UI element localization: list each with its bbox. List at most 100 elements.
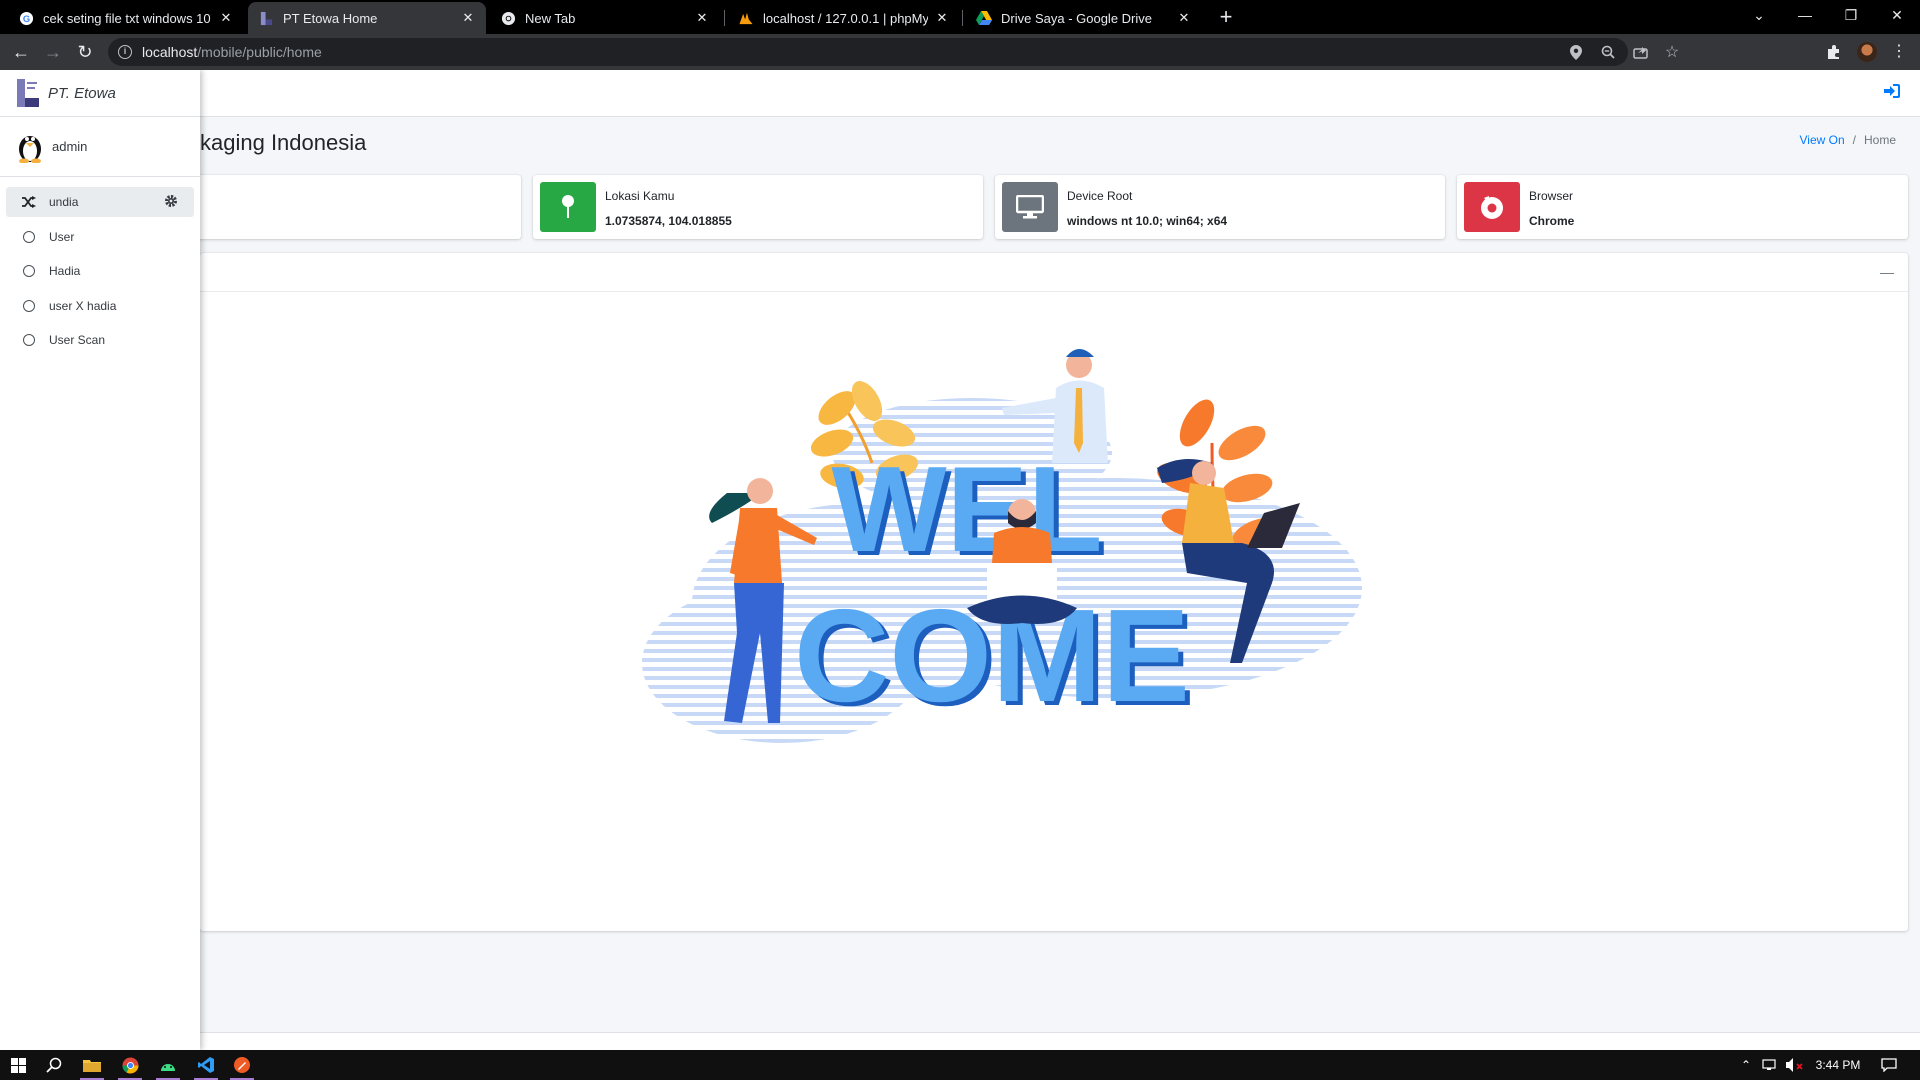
restore-button[interactable]: ❐ (1828, 0, 1874, 30)
sidebar: PT. Etowa admin undia User Hadia user X … (0, 70, 200, 1050)
zoom-icon[interactable] (1600, 45, 1616, 61)
tab-separator (962, 10, 963, 26)
tab-title: PT Etowa Home (283, 10, 378, 26)
logout-icon[interactable] (1884, 84, 1902, 102)
vscode-icon[interactable] (188, 1050, 224, 1080)
welcome-card: — WEL WEL COME COME (200, 253, 1908, 931)
circle-icon (22, 264, 36, 278)
info-box-location: Lokasi Kamu 1.0735874, 104.018855 (533, 175, 983, 239)
sidebar-item-user-scan[interactable]: User Scan (6, 325, 194, 355)
close-icon[interactable]: ✕ (694, 10, 710, 26)
page-footer (0, 1032, 1920, 1050)
user-name[interactable]: admin (52, 139, 87, 154)
browser-tab[interactable]: localhost / 127.0.0.1 | phpMyAdm ✕ (728, 2, 960, 34)
circle-icon (22, 230, 36, 244)
shuffle-icon (22, 195, 36, 209)
sidebar-item-undia[interactable]: undia (6, 187, 194, 217)
info-box-label: Browser (1529, 189, 1574, 203)
sidebar-item-label: undia (49, 195, 79, 209)
etowa-icon (258, 10, 274, 26)
brand-link[interactable]: PT. Etowa (0, 70, 200, 117)
browser-tab[interactable]: New Tab ✕ (490, 2, 720, 34)
map-pin-icon (540, 182, 596, 232)
page-title: kaging Indonesia (200, 130, 367, 155)
collapse-icon[interactable]: — (1880, 265, 1894, 279)
menu-kebab-icon[interactable]: ⋮ (1889, 41, 1909, 63)
tab-title: New Tab (525, 10, 576, 26)
network-icon[interactable] (1760, 1050, 1780, 1080)
info-box-value: windows nt 10.0; win64; x64 (1067, 214, 1228, 228)
volume-muted-icon[interactable] (1784, 1050, 1806, 1080)
close-icon[interactable]: ✕ (218, 10, 234, 26)
tab-separator (724, 10, 725, 26)
windows-start-icon[interactable] (0, 1050, 36, 1080)
breadcrumb-current: Home (1863, 133, 1896, 147)
postman-icon[interactable] (224, 1050, 260, 1080)
info-box-value: Chrome (1529, 214, 1575, 228)
google-drive-icon (976, 10, 992, 26)
chrome-icon[interactable] (112, 1050, 148, 1080)
android-studio-icon[interactable] (150, 1050, 186, 1080)
google-icon: G (18, 10, 34, 26)
close-icon[interactable]: ✕ (934, 10, 950, 26)
sidebar-item-label: user X hadia (49, 299, 117, 313)
sidebar-item-label: User (49, 230, 75, 244)
phpmyadmin-icon (738, 10, 754, 26)
share-icon[interactable] (1632, 45, 1648, 61)
browser-tab-active[interactable]: PT Etowa Home ✕ (248, 2, 486, 34)
browser-tab[interactable]: Drive Saya - Google Drive ✕ (966, 2, 1202, 34)
sidebar-item-user[interactable]: User (6, 222, 194, 252)
minimize-button[interactable]: — (1782, 0, 1828, 30)
info-icon[interactable]: i (118, 45, 132, 59)
search-icon[interactable] (36, 1050, 72, 1080)
windows-taskbar: ⌃ 3:44 PM (0, 1050, 1920, 1080)
brand-text: PT. Etowa (48, 85, 116, 102)
info-box-value: 1.0735874, 104.018855 (605, 214, 732, 228)
info-box-browser: Browser Chrome (1457, 175, 1908, 239)
firefox-icon (1464, 182, 1520, 232)
tab-title: cek seting file txt windows 10 - P (43, 10, 212, 26)
etowa-logo-icon (17, 79, 39, 107)
tab-title: Drive Saya - Google Drive (1001, 10, 1152, 26)
url-host: localhost (142, 44, 198, 60)
notification-icon[interactable] (1876, 1050, 1902, 1080)
sidebar-item-user-x-hadia[interactable]: user X hadia (6, 291, 194, 321)
address-bar[interactable]: i localhost/mobile/public/home ☆ (108, 38, 1679, 66)
info-box-label: Lokasi Kamu (605, 189, 675, 203)
top-navbar (0, 70, 1920, 117)
close-icon[interactable]: ✕ (1176, 10, 1192, 26)
close-icon[interactable]: ✕ (460, 10, 476, 26)
info-box-hidden (160, 175, 521, 239)
desktop-icon (1002, 182, 1058, 232)
file-explorer-icon[interactable] (74, 1050, 110, 1080)
avatar (19, 136, 41, 163)
browser-tab-strip: G cek seting file txt windows 10 - P ✕ P… (0, 0, 1920, 34)
breadcrumb-link[interactable]: View On (1800, 133, 1845, 147)
info-box-label: Device Root (1067, 189, 1133, 203)
browser-tab[interactable]: G cek seting file txt windows 10 - P ✕ (8, 2, 244, 34)
close-window-button[interactable]: ✕ (1874, 0, 1920, 30)
tray-chevron-up-icon[interactable]: ⌃ (1736, 1050, 1756, 1080)
chrome-icon (500, 10, 516, 26)
browser-toolbar: ← → ↻ i localhost/mobile/public/home ☆ ⋮ (0, 34, 1920, 70)
page-viewport: kaging Indonesia View On / Home Lokasi Kam… (0, 70, 1920, 1050)
new-tab-button[interactable]: + (1212, 5, 1240, 29)
profile-avatar[interactable] (1857, 42, 1877, 62)
reload-icon[interactable]: ↻ (74, 41, 96, 63)
gear-icon[interactable] (164, 194, 180, 210)
welcome-illustration: WEL WEL COME COME (642, 349, 1362, 743)
back-icon[interactable]: ← (10, 41, 32, 63)
tab-title: localhost / 127.0.0.1 | phpMyAdm (763, 10, 928, 26)
sidebar-item-label: User Scan (49, 333, 106, 347)
extensions-icon[interactable] (1824, 41, 1844, 63)
location-icon[interactable] (1568, 45, 1584, 61)
card-header: — (200, 253, 1908, 292)
forward-icon[interactable]: → (42, 41, 64, 63)
sidebar-item-hadia[interactable]: Hadia (6, 256, 194, 286)
bookmark-star-icon[interactable]: ☆ (1664, 45, 1680, 61)
user-panel: admin (0, 117, 200, 177)
clock-time[interactable]: 3:44 PM (1810, 1050, 1866, 1080)
circle-icon (22, 333, 36, 347)
tab-search-icon[interactable]: ⌄ (1736, 0, 1782, 30)
url-path: /mobile/public/home (197, 44, 322, 60)
